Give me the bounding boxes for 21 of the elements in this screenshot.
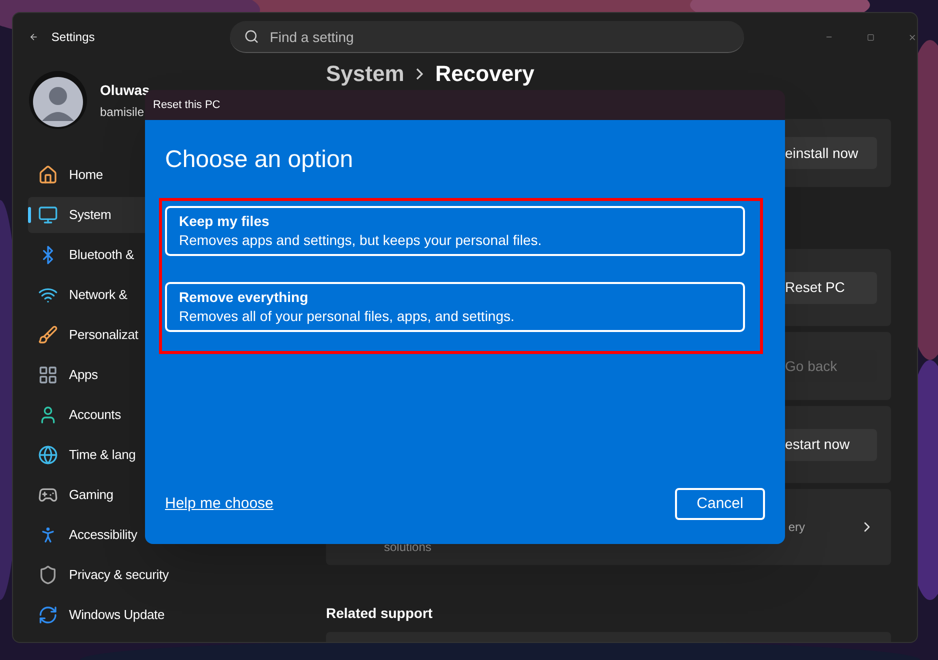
dialog-heading: Choose an option <box>165 145 354 175</box>
sidebar-label: Bluetooth & <box>69 246 134 264</box>
sidebar-label: System <box>69 206 112 224</box>
sidebar-label: Accessibility <box>69 526 138 544</box>
sidebar-label: Privacy & security <box>69 566 169 584</box>
dialog-title: Reset this PC <box>153 98 220 113</box>
user-email: bamisile <box>100 104 146 120</box>
sidebar-label: Network & <box>69 286 128 304</box>
card-subtitle: solutions <box>384 539 432 556</box>
sidebar-label: Gaming <box>69 486 114 504</box>
card-text: ery <box>788 519 805 536</box>
sidebar-label: Accounts <box>69 406 121 424</box>
page-title: Recovery <box>435 61 534 87</box>
window-title: Settings <box>51 29 95 46</box>
sidebar-label: Home <box>69 166 103 184</box>
sidebar-label: Time & lang <box>69 446 136 464</box>
sidebar-label: Personalizat <box>69 326 138 344</box>
sidebar-label: Windows Update <box>69 606 164 624</box>
user-name: Oluwas <box>100 80 150 100</box>
sidebar-label: Apps <box>69 366 98 384</box>
section-heading: Related support <box>326 604 434 623</box>
